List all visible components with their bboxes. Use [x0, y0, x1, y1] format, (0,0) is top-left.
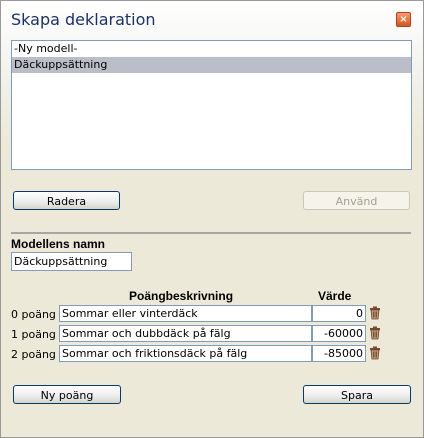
- description-cell[interactable]: Sommar och friktionsdäck på fälg: [59, 345, 312, 362]
- close-icon[interactable]: ×: [396, 12, 411, 27]
- value-header: Värde: [318, 289, 352, 303]
- description-cell[interactable]: Sommar eller vinterdäck: [59, 305, 312, 322]
- save-button[interactable]: Spara: [303, 385, 411, 404]
- trash-icon[interactable]: [369, 306, 381, 320]
- trash-icon[interactable]: [369, 326, 381, 340]
- dialog-title: Skapa deklaration: [11, 10, 156, 29]
- declaration-list[interactable]: -Ny modell- Däckuppsättning: [11, 40, 412, 170]
- create-declaration-dialog: Skapa deklaration × -Ny modell- Däckupps…: [0, 0, 424, 438]
- delete-button[interactable]: Radera: [13, 191, 120, 210]
- list-item[interactable]: -Ny modell-: [12, 41, 411, 57]
- section-divider: [11, 232, 411, 234]
- list-item-selected[interactable]: Däckuppsättning: [12, 57, 411, 73]
- model-name-input[interactable]: Däckuppsättning: [11, 252, 132, 271]
- trash-icon[interactable]: [369, 346, 381, 360]
- value-cell[interactable]: -60000: [312, 325, 366, 342]
- value-cell[interactable]: 0: [312, 305, 366, 322]
- row-point-label: 2 poäng: [11, 348, 56, 361]
- new-point-button[interactable]: Ny poäng: [13, 385, 121, 404]
- use-button[interactable]: Använd: [303, 191, 410, 210]
- value-cell[interactable]: -85000: [312, 345, 366, 362]
- row-point-label: 1 poäng: [11, 328, 56, 341]
- model-name-label: Modellens namn: [11, 237, 106, 251]
- row-point-label: 0 poäng: [11, 308, 56, 321]
- description-header: Poängbeskrivning: [129, 289, 234, 303]
- description-cell[interactable]: Sommar och dubbdäck på fälg: [59, 325, 312, 342]
